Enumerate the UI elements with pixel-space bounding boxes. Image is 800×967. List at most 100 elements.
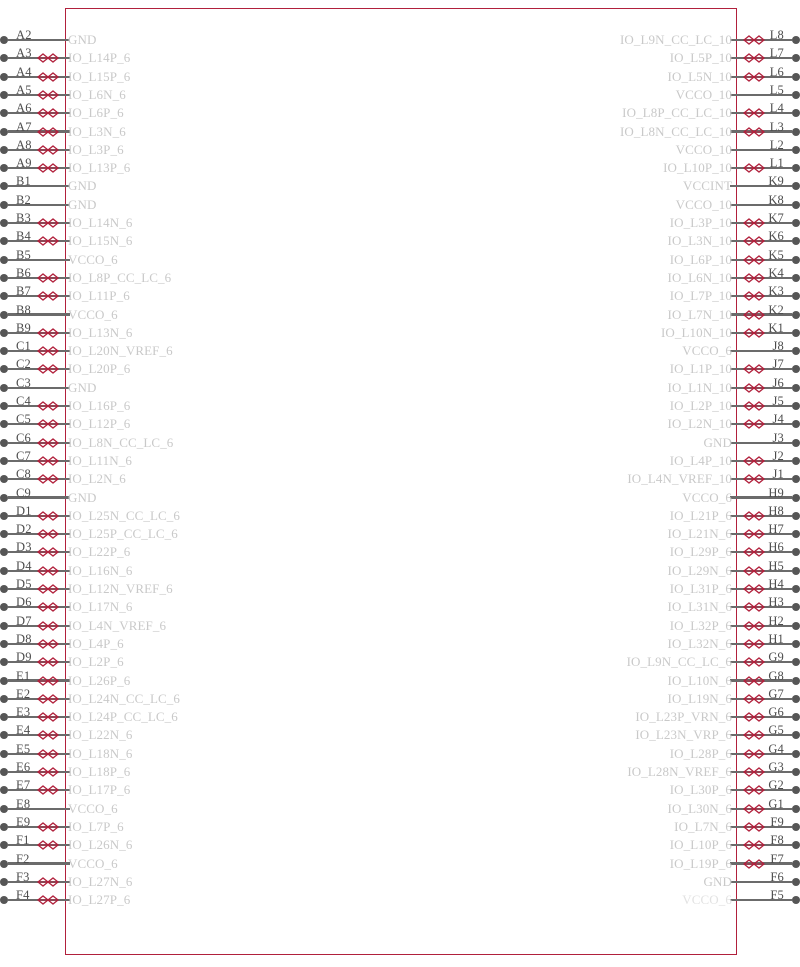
- pin-a9[interactable]: A9: [0, 157, 70, 177]
- pin-c6[interactable]: C6: [0, 431, 70, 452]
- pin-g2[interactable]: G2: [730, 779, 800, 799]
- pin-d4[interactable]: D4: [0, 559, 70, 580]
- pin-a6[interactable]: A6: [0, 102, 70, 122]
- pin-f6[interactable]: F6: [730, 871, 800, 891]
- pin-c1[interactable]: C1: [0, 340, 70, 360]
- pin-h6[interactable]: H6: [730, 541, 800, 561]
- pin-g4[interactable]: G4: [730, 742, 800, 763]
- pin-c9[interactable]: C9: [0, 486, 70, 507]
- pin-a8[interactable]: A8: [0, 139, 70, 159]
- pin-l6[interactable]: L6: [730, 65, 800, 86]
- pin-c2[interactable]: C2: [0, 358, 70, 378]
- pin-c4[interactable]: C4: [0, 395, 70, 415]
- pin-number: C7: [16, 448, 31, 463]
- pin-h1[interactable]: H1: [730, 633, 800, 653]
- pin-b7[interactable]: B7: [0, 285, 70, 305]
- pin-b4[interactable]: B4: [0, 230, 70, 250]
- pin-k4[interactable]: K4: [730, 267, 800, 287]
- pin-e6[interactable]: E6: [0, 761, 70, 781]
- pin-c5[interactable]: C5: [0, 413, 70, 433]
- pin-j1[interactable]: J1: [730, 468, 800, 488]
- pin-e7[interactable]: E7: [0, 779, 70, 799]
- pin-e9[interactable]: E9: [0, 816, 70, 836]
- pin-j5[interactable]: J5: [730, 395, 800, 415]
- pin-d7[interactable]: D7: [0, 614, 70, 635]
- pin-j4[interactable]: J4: [730, 413, 800, 433]
- pin-a4[interactable]: A4: [0, 65, 70, 86]
- pin-d8[interactable]: D8: [0, 633, 70, 653]
- pin-l7[interactable]: L7: [730, 47, 800, 67]
- pin-d9[interactable]: D9: [0, 651, 70, 671]
- pin-k5[interactable]: K5: [730, 248, 800, 269]
- pin-l3[interactable]: L3: [730, 120, 800, 141]
- pin-j2[interactable]: J2: [730, 450, 800, 470]
- pin-b3[interactable]: B3: [0, 212, 70, 232]
- pin-e1[interactable]: E1: [0, 669, 70, 690]
- pin-b5[interactable]: B5: [0, 248, 70, 269]
- pin-f8[interactable]: F8: [730, 834, 800, 854]
- pin-l1[interactable]: L1: [730, 157, 800, 177]
- net-label-l1: IO_L10P_10: [663, 160, 732, 176]
- pin-b9[interactable]: B9: [0, 322, 70, 342]
- pin-a7[interactable]: A7: [0, 120, 70, 141]
- pin-b8[interactable]: B8: [0, 303, 70, 324]
- pin-d5[interactable]: D5: [0, 578, 70, 598]
- pin-g1[interactable]: G1: [730, 797, 800, 818]
- pin-b1[interactable]: B1: [0, 175, 70, 195]
- pin-c3[interactable]: C3: [0, 376, 70, 397]
- pin-b6[interactable]: B6: [0, 267, 70, 287]
- pin-d1[interactable]: D1: [0, 505, 70, 525]
- pin-g8[interactable]: G8: [730, 669, 800, 690]
- pin-g9[interactable]: G9: [730, 651, 800, 671]
- pin-a3[interactable]: A3: [0, 47, 70, 67]
- pin-f1[interactable]: F1: [0, 834, 70, 854]
- pin-k8[interactable]: K8: [730, 193, 800, 214]
- pin-h9[interactable]: H9: [730, 486, 800, 507]
- pin-k1[interactable]: K1: [730, 322, 800, 342]
- pin-a5[interactable]: A5: [0, 84, 70, 104]
- pin-g3[interactable]: G3: [730, 761, 800, 781]
- pin-e8[interactable]: E8: [0, 797, 70, 818]
- net-label-h9: VCCO_6: [682, 489, 732, 505]
- pin-h2[interactable]: H2: [730, 614, 800, 635]
- pin-e3[interactable]: E3: [0, 706, 70, 726]
- pin-d2[interactable]: D2: [0, 523, 70, 543]
- pin-j3[interactable]: J3: [730, 431, 800, 452]
- pin-g7[interactable]: G7: [730, 688, 800, 708]
- pin-a2[interactable]: A2: [0, 29, 70, 49]
- pin-b2[interactable]: B2: [0, 193, 70, 214]
- pin-f4[interactable]: F4: [0, 889, 70, 909]
- pin-k6[interactable]: K6: [730, 230, 800, 250]
- pin-e4[interactable]: E4: [0, 724, 70, 744]
- pin-l4[interactable]: L4: [730, 102, 800, 122]
- pin-h5[interactable]: H5: [730, 559, 800, 580]
- pin-e2[interactable]: E2: [0, 688, 70, 708]
- pin-e5[interactable]: E5: [0, 742, 70, 763]
- pin-k9[interactable]: K9: [730, 175, 800, 195]
- pin-f3[interactable]: F3: [0, 871, 70, 891]
- pin-h3[interactable]: H3: [730, 596, 800, 616]
- pin-g5[interactable]: G5: [730, 724, 800, 744]
- net-label-g8: IO_L10N_6: [667, 672, 732, 688]
- pin-f5[interactable]: F5: [730, 889, 800, 909]
- pin-h7[interactable]: H7: [730, 523, 800, 543]
- pin-f2[interactable]: F2: [0, 852, 70, 873]
- pin-g6[interactable]: G6: [730, 706, 800, 726]
- pin-k2[interactable]: K2: [730, 303, 800, 324]
- pin-f9[interactable]: F9: [730, 816, 800, 836]
- pin-c7[interactable]: C7: [0, 448, 70, 470]
- pin-f7[interactable]: F7: [730, 852, 800, 873]
- pin-c8[interactable]: C8: [0, 468, 70, 488]
- pin-k3[interactable]: K3: [730, 285, 800, 305]
- pin-l2[interactable]: L2: [730, 139, 800, 159]
- pin-l5[interactable]: L5: [730, 84, 800, 104]
- pin-j8[interactable]: J8: [730, 340, 800, 360]
- pin-l8[interactable]: L8: [730, 29, 800, 49]
- pin-j6[interactable]: J6: [730, 376, 800, 397]
- pin-h8[interactable]: H8: [730, 505, 800, 525]
- pin-d3[interactable]: D3: [0, 541, 70, 561]
- pin-j7[interactable]: J7: [730, 358, 800, 378]
- pin-k7[interactable]: K7: [730, 212, 800, 232]
- pin-h4[interactable]: H4: [730, 578, 800, 598]
- pin-d6[interactable]: D6: [0, 596, 70, 616]
